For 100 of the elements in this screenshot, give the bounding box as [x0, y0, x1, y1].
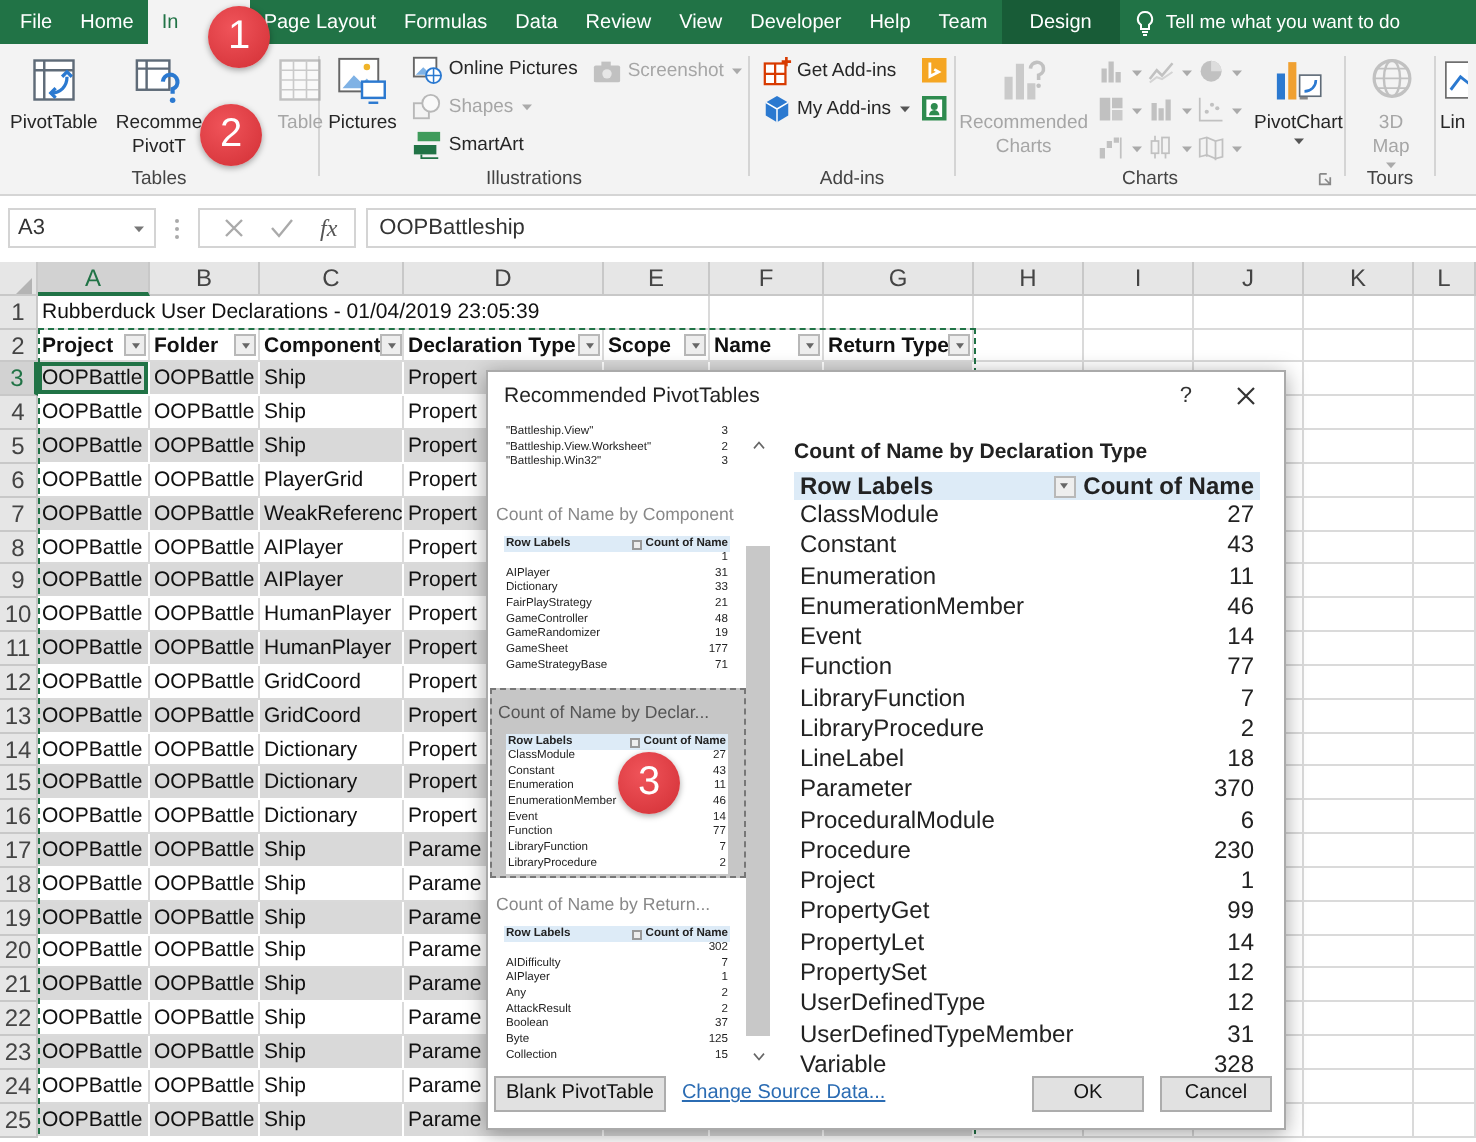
count-value: 2	[1240, 713, 1254, 745]
row-header[interactable]: 7	[0, 497, 38, 532]
ribbon-tab[interactable]: Team	[924, 0, 1002, 44]
row-header[interactable]: 19	[0, 901, 38, 936]
filter-button[interactable]	[234, 334, 256, 357]
close-icon[interactable]	[1236, 386, 1256, 406]
source-data-link[interactable]: Change Source Data...	[681, 1082, 886, 1104]
caret-icon	[129, 341, 141, 350]
column-header[interactable]: D	[404, 262, 604, 296]
cancel-icon[interactable]	[224, 218, 244, 238]
filter-icon	[629, 737, 640, 747]
scroll-down-icon[interactable]	[751, 1052, 765, 1062]
column-header[interactable]: E	[604, 262, 710, 296]
row-header[interactable]: 2	[0, 329, 38, 363]
scroll-thumb[interactable]	[746, 546, 770, 1036]
count-value: 12	[1227, 957, 1254, 989]
row-header[interactable]: 15	[0, 766, 38, 801]
filter-button[interactable]	[578, 334, 600, 357]
ribbon-button[interactable]: SmartArt	[408, 126, 582, 163]
row-header[interactable]: 3	[0, 362, 38, 397]
dialog-button[interactable]: Blank PivotTable	[494, 1075, 666, 1111]
name-box[interactable]: A3	[8, 208, 156, 248]
ribbon-button[interactable]: Lin	[1440, 50, 1468, 138]
ribbon-button[interactable]: Pictures	[322, 50, 403, 138]
dialog-button[interactable]: Cancel	[1160, 1075, 1272, 1111]
help-button[interactable]: ?	[1179, 384, 1192, 408]
caret-icon[interactable]	[132, 223, 146, 233]
select-all-button[interactable]	[0, 262, 38, 296]
filter-button[interactable]	[798, 334, 820, 357]
column-header[interactable]: K	[1304, 262, 1414, 296]
tell-me-field[interactable]: Tell me what you want to do	[1135, 0, 1401, 44]
ribbon-button[interactable]: My Add-ins	[757, 90, 915, 126]
formula-field[interactable]: OOPBattleship	[365, 208, 1476, 248]
row-header[interactable]: 14	[0, 733, 38, 767]
ribbon-tab[interactable]: Developer	[736, 0, 856, 44]
row-header[interactable]: 8	[0, 531, 38, 565]
row-label: UserDefinedType	[800, 988, 986, 1020]
row-header[interactable]: 18	[0, 867, 38, 902]
row-label: Constant	[800, 530, 897, 562]
count-value: 27	[1227, 500, 1254, 531]
scroll-up-icon[interactable]	[751, 440, 765, 450]
dialog-button[interactable]: OK	[1032, 1075, 1144, 1111]
row-header[interactable]: 5	[0, 430, 38, 464]
ribbon-button[interactable]: PivotTable	[4, 50, 104, 138]
table-cell: OOPBattle	[150, 430, 260, 464]
column-header[interactable]: L	[1414, 262, 1476, 296]
column-header[interactable]: C	[260, 262, 404, 296]
column-header[interactable]: F	[710, 262, 824, 296]
row-header[interactable]: 4	[0, 396, 38, 431]
row-header[interactable]: 9	[0, 564, 38, 599]
launcher-icon[interactable]	[1318, 171, 1332, 185]
ribbon-button[interactable]: Get Add-ins	[757, 52, 915, 88]
table-header: Scope	[608, 333, 672, 358]
ribbon-tab[interactable]: Review	[571, 0, 666, 44]
table-cell: OOPBattle	[38, 632, 150, 666]
people-icon[interactable]	[921, 96, 949, 124]
row-header[interactable]: 24	[0, 1069, 38, 1104]
row-header[interactable]: 13	[0, 699, 38, 734]
shapes-icon	[412, 92, 443, 122]
filter-button[interactable]	[684, 334, 706, 357]
ribbon-tab[interactable]: Home	[66, 0, 148, 44]
ribbon-tab[interactable]: Design	[1001, 0, 1120, 44]
column-header[interactable]: J	[1194, 262, 1304, 296]
table-cell: Ship	[260, 901, 404, 936]
ribbon-tab[interactable]: Formulas	[389, 0, 502, 44]
row-header[interactable]: 12	[0, 665, 38, 700]
column-header[interactable]: H	[974, 262, 1084, 296]
column-header[interactable]: G	[824, 262, 974, 296]
row-label: LibraryFunction	[800, 683, 966, 714]
table-header: Declaration Type	[408, 333, 576, 358]
row-header[interactable]: 20	[0, 935, 38, 969]
insert-function-button[interactable]: fx	[320, 213, 338, 243]
filter-button[interactable]	[380, 334, 402, 357]
ribbon-tab[interactable]: View	[665, 0, 737, 44]
caret-icon[interactable]	[897, 103, 911, 113]
ribbon-tab[interactable]: Data	[501, 0, 572, 44]
ribbon-tab[interactable]: File	[6, 0, 67, 44]
row-header[interactable]: 23	[0, 1036, 38, 1070]
column-header[interactable]: B	[150, 262, 260, 296]
row-header[interactable]: 16	[0, 800, 38, 835]
row-header[interactable]: 25	[0, 1103, 38, 1138]
enter-icon[interactable]	[270, 218, 294, 238]
ribbon-button[interactable]: Online Pictures	[408, 52, 582, 88]
row-header[interactable]: 22	[0, 1002, 38, 1037]
tile-icon[interactable]	[921, 58, 949, 86]
caret-icon[interactable]	[1291, 136, 1306, 146]
row-header[interactable]: 11	[0, 632, 38, 666]
row-header[interactable]: 17	[0, 834, 38, 868]
row-header[interactable]: 1	[0, 295, 38, 330]
caret-icon	[689, 341, 701, 350]
column-header[interactable]: I	[1084, 262, 1194, 296]
column-header[interactable]: A	[38, 262, 150, 296]
filter-button[interactable]	[948, 334, 971, 357]
row-header[interactable]: 21	[0, 968, 38, 1003]
row-header[interactable]: 6	[0, 463, 38, 498]
row-header[interactable]: 10	[0, 598, 38, 633]
table-cell: OOPBattle	[38, 497, 150, 532]
ribbon-tab[interactable]: Help	[855, 0, 925, 44]
filter-button[interactable]	[124, 334, 146, 357]
filter-button[interactable]	[1053, 475, 1076, 497]
